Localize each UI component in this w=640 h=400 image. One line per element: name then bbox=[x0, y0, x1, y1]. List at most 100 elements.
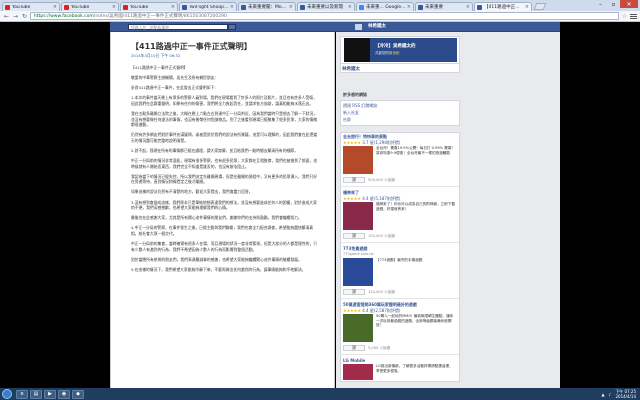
chrome-icon[interactable]: ◉ bbox=[58, 389, 70, 399]
facebook-search-input[interactable]: 搜尋人名、地點和事物 bbox=[128, 24, 228, 30]
tab-close-icon[interactable]: × bbox=[53, 4, 57, 10]
ad-text: 福神來了！你也可以成為自己的財神爺，立即下載遊戲，好運就會來！ bbox=[376, 202, 456, 211]
close-window-icon[interactable]: ✕ bbox=[620, 0, 638, 8]
note-paragraph: 如果這樣的說法仍然有不清楚的地方，歡迎大家提出，我們會盡力回答。 bbox=[131, 189, 253, 195]
like-count: 124,000 人說讚 bbox=[368, 290, 395, 294]
ad-domain: 773game.com.tw bbox=[343, 252, 374, 256]
tab-title: 未來重要以及新開 bbox=[307, 5, 343, 10]
tab-title: YouTube bbox=[130, 4, 149, 10]
ad-image[interactable] bbox=[343, 364, 373, 380]
folder-icon[interactable]: ▤ bbox=[30, 389, 42, 399]
note-content: 【411路過中正一事件正式聲明】 2014年4月10日 下午 06:32 【41… bbox=[110, 32, 335, 388]
forward-icon[interactable]: → bbox=[12, 13, 19, 20]
note-paragraph: 我在五點多離開立法院之後，大概在晚上六點左右到達中正一分局附近，因為我們當時只是… bbox=[131, 110, 318, 128]
url-path: /notes/吳希國/411路過中正一事件正式聲明/86150308720029… bbox=[93, 14, 227, 19]
browser-tab[interactable]: YouTube × bbox=[61, 2, 119, 11]
favicon-icon bbox=[418, 4, 423, 10]
browser-tab[interactable]: YouTube × bbox=[120, 2, 178, 11]
browser-tab[interactable]: 【411路過中正一事 × bbox=[474, 2, 532, 11]
community-link[interactable]: 社群 bbox=[343, 117, 351, 123]
minimize-icon[interactable]: – bbox=[594, 0, 607, 8]
address-bar[interactable]: https://www.facebook.com/notes/吳希國/411路過… bbox=[30, 12, 619, 20]
page-name-link[interactable]: 林希國太 bbox=[342, 66, 360, 72]
ad-text: 50萬人一起玩的MMO! 最新無限轉生體驗，讓你一次玩到最過癮的遊戲，全新等級跟… bbox=[376, 314, 454, 328]
page-cover-banner[interactable] bbox=[370, 38, 457, 62]
divider bbox=[341, 242, 459, 243]
note-paragraph: 敬愛的中華警察主辦機關，吳先生及所有鄉民朋友： bbox=[131, 75, 219, 81]
banner-tagline: 共創您的新世紀 bbox=[375, 51, 400, 55]
avatar[interactable] bbox=[355, 24, 362, 30]
user-name[interactable]: 林希國太 bbox=[368, 23, 386, 31]
note-paragraph: 中正一分局前的集會，當時確實有很多人在場，而且現場的狀況一度非常緊張，但是大部分… bbox=[131, 240, 318, 252]
tab-close-icon[interactable]: × bbox=[348, 4, 352, 10]
menu-icon[interactable] bbox=[630, 13, 637, 19]
like-button[interactable]: 讚 bbox=[343, 233, 365, 239]
favicon-icon bbox=[477, 4, 482, 10]
divider bbox=[341, 354, 459, 355]
tab-close-icon[interactable]: × bbox=[407, 4, 411, 10]
clock[interactable]: 下午 07:25 2014/4/14 bbox=[615, 389, 636, 399]
favicon-icon bbox=[359, 4, 364, 10]
ie-icon[interactable]: e bbox=[16, 389, 28, 399]
like-button[interactable]: 讚 bbox=[343, 345, 365, 351]
note-paragraph: 對於當晚所有參與的朋友們，我們表達最誠摯的感謝，也希望大家能夠繼續關心這件事情的… bbox=[131, 256, 302, 262]
search-icon[interactable] bbox=[228, 24, 236, 30]
tab-title: YouTube bbox=[12, 4, 31, 10]
note-title: 【411路過中正一事件正式聲明】 bbox=[131, 42, 252, 51]
browser-tab[interactable]: 未來重... Google 新 × bbox=[356, 2, 414, 11]
favicon-icon bbox=[300, 4, 305, 10]
reload-icon[interactable]: ↻ bbox=[21, 13, 28, 20]
note-meta: 2014年4月10日 下午 06:32 bbox=[131, 53, 320, 59]
tab-title: TwiFlight Shoop - Li bbox=[189, 4, 229, 10]
new-tab-button[interactable] bbox=[533, 3, 547, 10]
like-button[interactable]: 讚 bbox=[343, 289, 365, 295]
app-icon[interactable]: ◆ bbox=[72, 389, 84, 399]
browser-tab[interactable]: YouTube × bbox=[2, 2, 60, 11]
favicon-icon bbox=[64, 4, 69, 10]
favicon-icon bbox=[182, 4, 187, 10]
divider bbox=[341, 186, 459, 187]
bookmark-star-icon[interactable]: ☆ bbox=[622, 13, 627, 20]
like-count: 5,000 人說讚 bbox=[368, 346, 391, 350]
maximize-icon[interactable]: ▫ bbox=[607, 0, 620, 8]
like-count: 100,000 人說讚 bbox=[368, 234, 395, 238]
tab-close-icon[interactable]: × bbox=[171, 4, 175, 10]
tab-close-icon[interactable]: × bbox=[112, 4, 116, 10]
page-profile-picture[interactable] bbox=[344, 38, 370, 62]
ad-image[interactable] bbox=[343, 146, 373, 174]
browser-tab[interactable]: 未來重要以及新開 × bbox=[297, 2, 355, 11]
like-button[interactable]: 讚 bbox=[343, 177, 365, 183]
browser-tab[interactable]: TwiFlight Shoop - Li × bbox=[179, 2, 237, 11]
note-paragraph: 仍然有許多網友們對於事件充滿疑問，或者是對於我們的說法有所質疑，這是可以理解的，… bbox=[131, 132, 318, 143]
note-paragraph: 我認為當下的情況已經失控，所以我們決定先離開現場，但是在離開的過程中，又有更多的… bbox=[131, 173, 318, 185]
ad-image[interactable] bbox=[343, 258, 373, 286]
media-player-icon[interactable]: ▶ bbox=[44, 389, 56, 399]
tab-close-icon[interactable]: × bbox=[230, 4, 234, 10]
tab-close-icon[interactable]: × bbox=[289, 4, 293, 10]
browser-tab[interactable]: 未來重要聞：Mobile × bbox=[238, 2, 296, 11]
new-members-link[interactable]: 新入社友 bbox=[343, 110, 359, 116]
back-icon[interactable]: ← bbox=[3, 13, 10, 20]
note-paragraph: 1.本次的事件當天晚上有眾多的警察人員到場，我們在現場看到了許多人的照片及影片，… bbox=[131, 95, 317, 106]
network-icon[interactable]: ▲ bbox=[602, 392, 605, 397]
windows-taskbar: e ▤ ▶ ◉ ◆ bbox=[0, 388, 640, 400]
favicon-icon bbox=[241, 4, 246, 10]
start-button[interactable] bbox=[2, 389, 12, 399]
url-host: https://www.facebook.com bbox=[34, 13, 94, 19]
like-count: 500,000 人說讚 bbox=[368, 178, 395, 182]
volume-icon[interactable]: ♪ bbox=[609, 392, 612, 397]
note-paragraph: 4.中正一分局的警察，在事件發生之後，已經主動與我們聯繫，我們也會全力配合調查，… bbox=[131, 225, 314, 236]
tab-title: YouTube bbox=[71, 4, 90, 10]
browser-tab[interactable]: 未來重要 × bbox=[415, 2, 473, 11]
note-paragraph: 中正一分局前的情況非常混亂，現場有很多警察，也有很多民眾，大家都在互相推擠，我們… bbox=[131, 158, 318, 169]
ad-image[interactable] bbox=[343, 202, 373, 230]
ad-image[interactable] bbox=[343, 314, 373, 342]
related-notes-heading: 許多感的網誌 bbox=[343, 92, 367, 97]
note-date[interactable]: 2014年4月10日 下午 06:32 bbox=[131, 53, 180, 58]
ad-title[interactable]: LG Mobile bbox=[343, 358, 365, 363]
note-paragraph: 針對411路過中正一事件，在此發出正式聲明如下： bbox=[131, 85, 218, 91]
tab-close-icon[interactable]: × bbox=[525, 4, 529, 10]
ad-text: 全台灣！驚喜19.9%公開！每日打 0.99% 驚喜！幫你特惠9.9優惠！全台灣… bbox=[376, 146, 456, 155]
tab-close-icon[interactable]: × bbox=[466, 4, 470, 10]
rss-subscribe-link[interactable]: 透過 RSS 訂閱網誌 bbox=[343, 103, 377, 109]
